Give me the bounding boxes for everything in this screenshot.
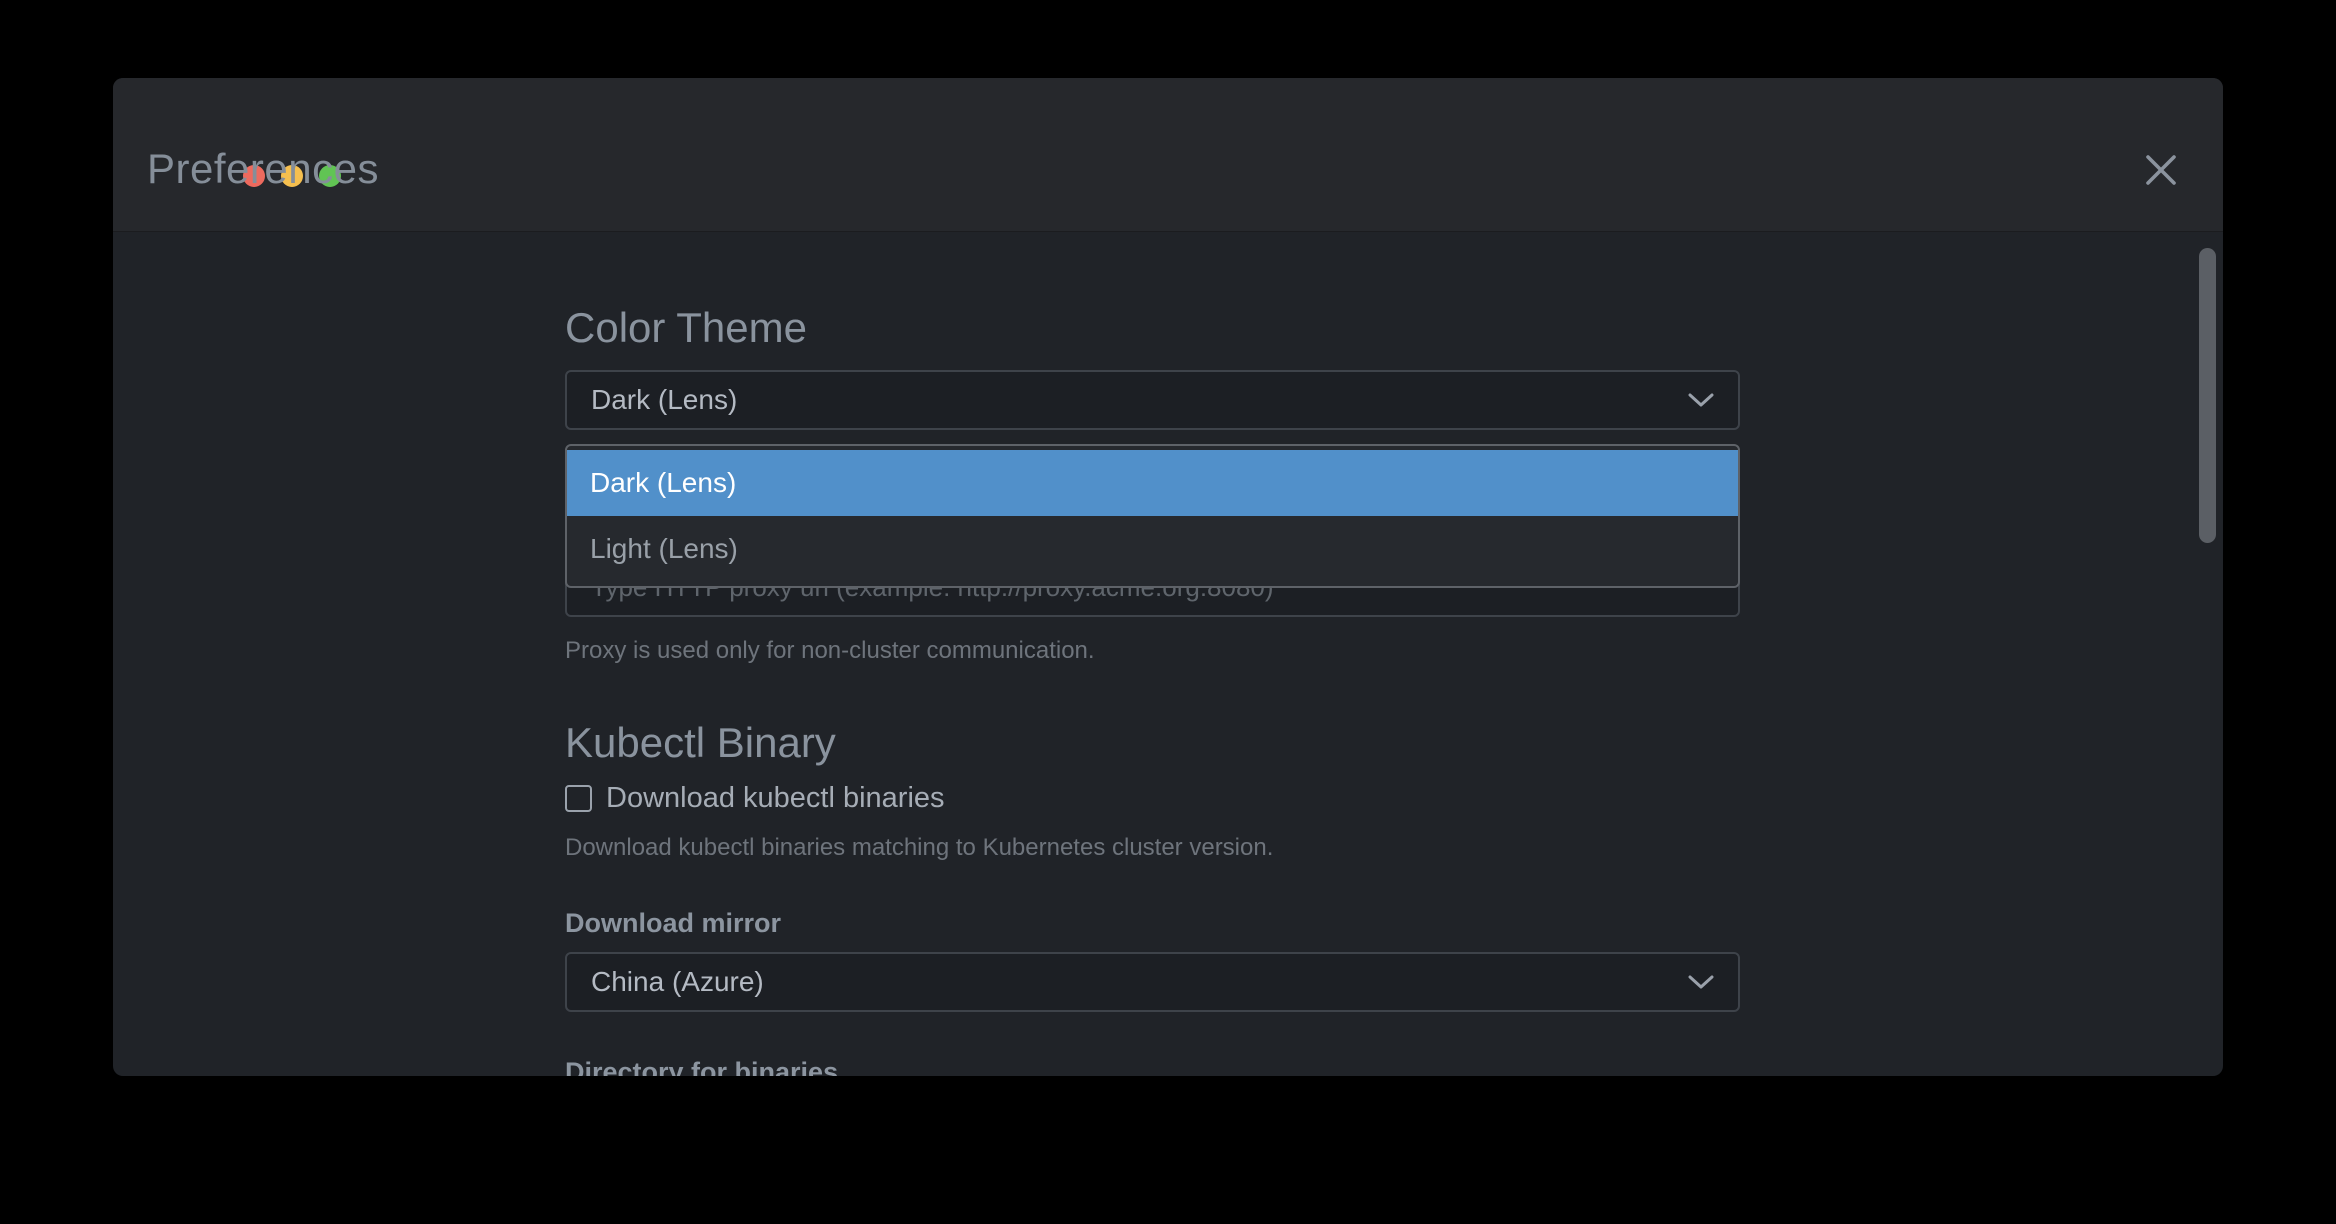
chevron-down-icon: [1688, 393, 1714, 408]
kubectl-binary-heading: Kubectl Binary: [565, 722, 836, 764]
dropdown-option-dark-lens[interactable]: Dark (Lens): [567, 450, 1738, 516]
color-theme-dropdown-menu: Dark (Lens) Light (Lens): [565, 444, 1740, 588]
download-mirror-label: Download mirror: [565, 910, 781, 937]
directory-for-binaries-label: Directory for binaries: [565, 1059, 838, 1076]
color-theme-select-value: Dark (Lens): [591, 372, 737, 428]
kubectl-helper-text: Download kubectl binaries matching to Ku…: [565, 836, 1273, 860]
titlebar[interactable]: Preferences: [113, 78, 2223, 232]
vertical-scrollbar-thumb[interactable]: [2199, 248, 2216, 543]
close-icon: [2143, 152, 2179, 193]
window-title: Preferences: [147, 145, 379, 193]
proxy-helper-text: Proxy is used only for non-cluster commu…: [565, 639, 1095, 663]
preferences-window: Preferences Color Theme Dark (Lens) Dark…: [113, 78, 2223, 1076]
download-kubectl-checkbox[interactable]: [565, 785, 592, 812]
color-theme-heading: Color Theme: [565, 307, 807, 349]
download-mirror-select[interactable]: China (Azure): [565, 952, 1740, 1012]
download-kubectl-checkbox-label[interactable]: Download kubectl binaries: [606, 784, 945, 813]
chevron-down-icon: [1688, 975, 1714, 990]
download-mirror-select-value: China (Azure): [591, 954, 764, 1010]
dropdown-option-light-lens[interactable]: Light (Lens): [567, 516, 1738, 582]
color-theme-select[interactable]: Dark (Lens): [565, 370, 1740, 430]
close-button[interactable]: [2141, 152, 2181, 192]
